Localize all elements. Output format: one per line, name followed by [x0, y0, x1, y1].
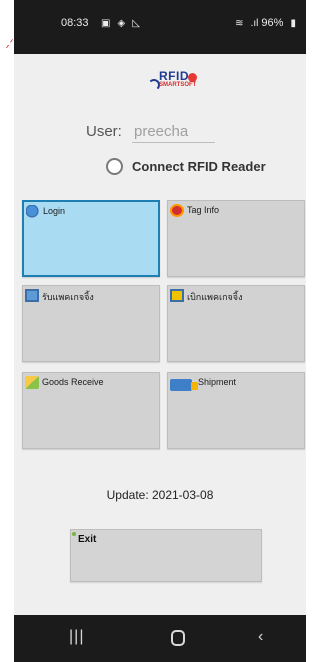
exit-label: Exit — [78, 534, 97, 545]
status-bar: 08:33 ▣ ◈ ◺ ≋ .ıl 96% ▮ — [14, 0, 306, 54]
update-text: Update: 2021-03-08 — [106, 488, 214, 502]
status-time: 08:33 — [61, 17, 89, 29]
login-label: Login — [43, 206, 66, 216]
battery-icon: ▮ — [290, 18, 296, 29]
exit-button[interactable]: Exit — [70, 529, 262, 582]
back-button[interactable]: ‹ — [258, 627, 263, 647]
tag-info-button[interactable]: Tag Info — [167, 200, 305, 277]
withdraw-package-button[interactable]: เบิกแพคเกจจิ้ง — [167, 285, 305, 362]
battery-level: 96% — [261, 17, 284, 29]
receive-package-button[interactable]: รับแพคเกจจิ้ง — [22, 285, 160, 362]
login-icon — [26, 205, 40, 218]
goods-receive-label: Goods Receive — [42, 377, 104, 387]
tag-info-label: Tag Info — [187, 205, 220, 215]
user-label: User: — [86, 123, 122, 140]
withdraw-package-label: เบิกแพคเกจจิ้ง — [187, 292, 243, 302]
app-screen: RFID SMARTSOFT User: Connect RFID Reader… — [14, 54, 306, 615]
logo-brand: RFID — [159, 69, 189, 83]
login-button[interactable]: Login — [22, 200, 160, 277]
wifi-icon: ≋ — [235, 18, 244, 29]
user-row: User: — [86, 121, 246, 143]
shipment-label: Shipment — [198, 377, 237, 387]
withdraw-package-icon — [170, 289, 184, 302]
home-button[interactable] — [171, 630, 185, 646]
receive-package-icon — [25, 289, 39, 302]
logo-dot — [188, 73, 197, 82]
gallery-icon: ▣ — [101, 18, 111, 29]
goods-receive-icon — [25, 376, 39, 389]
connect-reader-label: Connect RFID Reader — [132, 159, 266, 174]
logo-sub: SMARTSOFT — [159, 82, 197, 88]
connect-reader-radio[interactable] — [106, 158, 123, 175]
shipment-button[interactable]: Shipment — [167, 372, 305, 449]
chart-icon: ◺ — [132, 18, 140, 29]
goods-receive-button[interactable]: Goods Receive — [22, 372, 160, 449]
shield-icon: ◈ — [117, 18, 126, 29]
recent-apps-button[interactable]: ||| — [69, 627, 84, 647]
signal-icon: .ıl — [250, 18, 259, 29]
exit-icon — [72, 532, 76, 536]
receive-package-label: รับแพคเกจจิ้ง — [42, 292, 94, 302]
user-input[interactable] — [132, 121, 215, 143]
app-logo: RFID SMARTSOFT — [147, 69, 199, 97]
navigation-bar: ||| ‹ — [14, 615, 306, 662]
tag-icon — [170, 204, 184, 217]
truck-icon — [170, 379, 198, 391]
